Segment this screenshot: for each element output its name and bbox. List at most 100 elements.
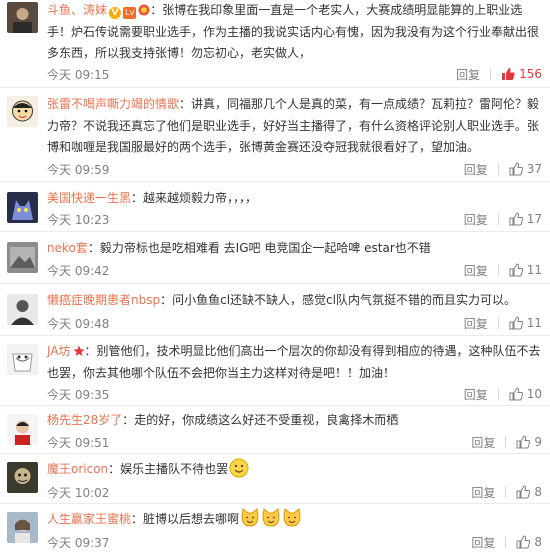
comment-item: 斗鱼、涛妹 V Lv ：张博在我印象里面一直是一个老实人，大赛成绩明显能算的上职业选手…	[0, 0, 550, 88]
avatar[interactable]	[7, 344, 38, 375]
avatar[interactable]	[7, 2, 38, 33]
comment-content: ：娱乐主播队不待也罢	[108, 462, 229, 476]
cat-face-emoji-icon	[241, 508, 259, 527]
comment-time: 今天 09:59	[47, 163, 110, 177]
comment-actions: 回复 10	[464, 386, 542, 402]
like-count: 37	[526, 162, 542, 176]
divider	[497, 163, 499, 175]
comment-actions: 回复 17	[464, 211, 542, 227]
verified-icon: V	[109, 7, 122, 19]
reply-button[interactable]: 回复	[464, 161, 488, 178]
comment-username[interactable]: neko套	[47, 241, 88, 255]
comment-item: 张雷不喝声嘶力竭的情歌：讲真，同福那几个人是真的菜，有一点成绩？瓦莉拉？雷阿伦？…	[0, 88, 550, 182]
thumbs-up-icon	[509, 162, 523, 176]
comment-item: 杨先生28岁了：走的好，你成绩这么好还不受重视，良禽择木而栖 今天 09:51 …	[0, 406, 550, 454]
like-button[interactable]: 8	[516, 535, 542, 549]
comment-actions: 回复 156	[456, 66, 542, 82]
comment-time: 今天 10:02	[47, 486, 110, 500]
like-button[interactable]: 17	[509, 212, 542, 226]
like-button[interactable]: 156	[501, 67, 542, 81]
like-count: 9	[534, 435, 542, 449]
comment-item: 美国快递一生黑：越来越烦毅力帝，，，， 今天 10:23 回复 17	[0, 182, 550, 232]
comment-text: 张雷不喝声嘶力竭的情歌：讲真，同福那几个人是真的菜，有一点成绩？瓦莉拉？雷阿伦？…	[47, 94, 543, 159]
like-button[interactable]: 37	[509, 162, 542, 176]
thumbs-up-icon	[516, 485, 531, 499]
comment-username[interactable]: 斗鱼、涛妹	[47, 3, 107, 17]
comment-text: 斗鱼、涛妹 V Lv ：张博在我印象里面一直是一个老实人，大赛成绩明显能算的上职业选手…	[47, 0, 543, 65]
like-button[interactable]: 10	[509, 387, 542, 401]
comment-text: neko套：毅力帝标也是吃相难看 去IG吧 电竞国企一起哈啤 estar也不错	[47, 238, 543, 260]
comment-time: 今天 09:42	[47, 264, 110, 278]
like-count: 17	[526, 212, 542, 226]
comment-content: ：问小鱼鱼cl还缺不缺人，感觉cl队内气氛挺不错的而且实力可以。	[160, 293, 516, 307]
thumbs-up-icon	[516, 535, 531, 549]
comment-username[interactable]: 杨先生28岁了	[47, 413, 122, 427]
comment-time: 今天 09:48	[47, 317, 110, 331]
divider	[497, 213, 499, 225]
comment-actions: 回复 11	[464, 262, 542, 278]
comment-username[interactable]: 懒癌症晚期患者nbsp	[47, 293, 160, 307]
thumbs-up-icon	[502, 68, 515, 80]
like-count: 11	[526, 316, 542, 330]
avatar[interactable]	[7, 96, 38, 127]
comment-item: JA坊 ：别管他们，技术明显比他们高出一个层次的你却没有得到相应的待遇，这种队伍不…	[0, 336, 550, 406]
comment-text: 人生赢家王蜜桃：脏博以后想去哪啊	[47, 508, 543, 531]
like-button[interactable]: 8	[516, 485, 542, 499]
comment-time: 今天 09:15	[47, 68, 110, 82]
reply-button[interactable]: 回复	[464, 211, 488, 228]
comment-content: ：别管他们，技术明显比他们高出一个层次的你却没有得到相应的待遇，这种队伍不去也罢…	[47, 344, 541, 380]
comment-content: ：毅力帝标也是吃相难看 去IG吧 电竞国企一起哈啤 estar也不错	[87, 241, 431, 255]
reply-button[interactable]: 回复	[471, 434, 495, 451]
comment-item: 懒癌症晚期患者nbsp：问小鱼鱼cl还缺不缺人，感觉cl队内气氛挺不错的而且实力…	[0, 284, 550, 336]
like-button[interactable]: 11	[509, 316, 542, 330]
avatar[interactable]	[7, 414, 38, 445]
comment-username[interactable]: JA坊	[47, 344, 71, 358]
reply-button[interactable]: 回复	[464, 315, 488, 332]
comment-text: 杨先生28岁了：走的好，你成绩这么好还不受重视，良禽择木而栖	[47, 410, 543, 432]
comment-actions: 回复 37	[464, 161, 542, 177]
reply-button[interactable]: 回复	[464, 262, 488, 279]
comment-content: ：走的好，你成绩这么好还不受重视，良禽择木而栖	[122, 413, 399, 427]
cat-face-emoji-icon	[283, 508, 301, 527]
like-button[interactable]: 11	[509, 263, 542, 277]
star-icon	[73, 345, 85, 356]
medal-icon	[138, 4, 150, 16]
comment-item: neko套：毅力帝标也是吃相难看 去IG吧 电竞国企一起哈啤 estar也不错 …	[0, 232, 550, 284]
avatar[interactable]	[7, 242, 38, 273]
comment-text: 懒癌症晚期患者nbsp：问小鱼鱼cl还缺不缺人，感觉cl队内气氛挺不错的而且实力…	[47, 290, 543, 312]
divider	[505, 536, 507, 548]
like-count: 8	[534, 535, 542, 549]
smiley-emoji-icon	[229, 458, 249, 478]
comment-content: ：脏博以后想去哪啊	[131, 512, 240, 526]
comment-username[interactable]: 张雷不喝声嘶力竭的情歌	[47, 97, 179, 111]
divider	[505, 486, 507, 498]
reply-button[interactable]: 回复	[471, 534, 495, 551]
like-count: 10	[526, 387, 542, 401]
avatar[interactable]	[7, 512, 38, 543]
like-count: 11	[526, 263, 542, 277]
comment-time: 今天 09:51	[47, 436, 110, 450]
avatar[interactable]	[7, 294, 38, 325]
reply-button[interactable]: 回复	[456, 66, 480, 83]
thumbs-up-icon	[509, 212, 523, 226]
comment-time: 今天 09:37	[47, 536, 110, 550]
avatar[interactable]	[7, 462, 38, 493]
reply-button[interactable]: 回复	[464, 386, 488, 403]
like-button[interactable]: 9	[516, 435, 542, 449]
comment-username[interactable]: 魔王oricon	[47, 462, 108, 476]
thumbs-up-icon	[516, 435, 531, 449]
avatar[interactable]	[7, 192, 38, 223]
reply-button[interactable]: 回复	[471, 484, 495, 501]
like-count: 156	[519, 67, 542, 81]
comment-username[interactable]: 人生赢家王蜜桃	[47, 512, 131, 526]
comment-time: 今天 09:35	[47, 388, 110, 402]
comment-actions: 回复 9	[471, 434, 542, 450]
comment-text: 美国快递一生黑：越来越烦毅力帝，，，，	[47, 188, 543, 210]
comment-username[interactable]: 美国快递一生黑	[47, 191, 131, 205]
comment-text: 魔王oricon：娱乐主播队不待也罢	[47, 458, 543, 481]
comment-text: JA坊 ：别管他们，技术明显比他们高出一个层次的你却没有得到相应的待遇，这种队伍不…	[47, 341, 543, 384]
divider	[497, 264, 499, 276]
divider	[505, 436, 507, 448]
comment-item: 魔王oricon：娱乐主播队不待也罢 今天 10:02 回复 8	[0, 454, 550, 504]
thumbs-up-icon	[509, 263, 523, 277]
